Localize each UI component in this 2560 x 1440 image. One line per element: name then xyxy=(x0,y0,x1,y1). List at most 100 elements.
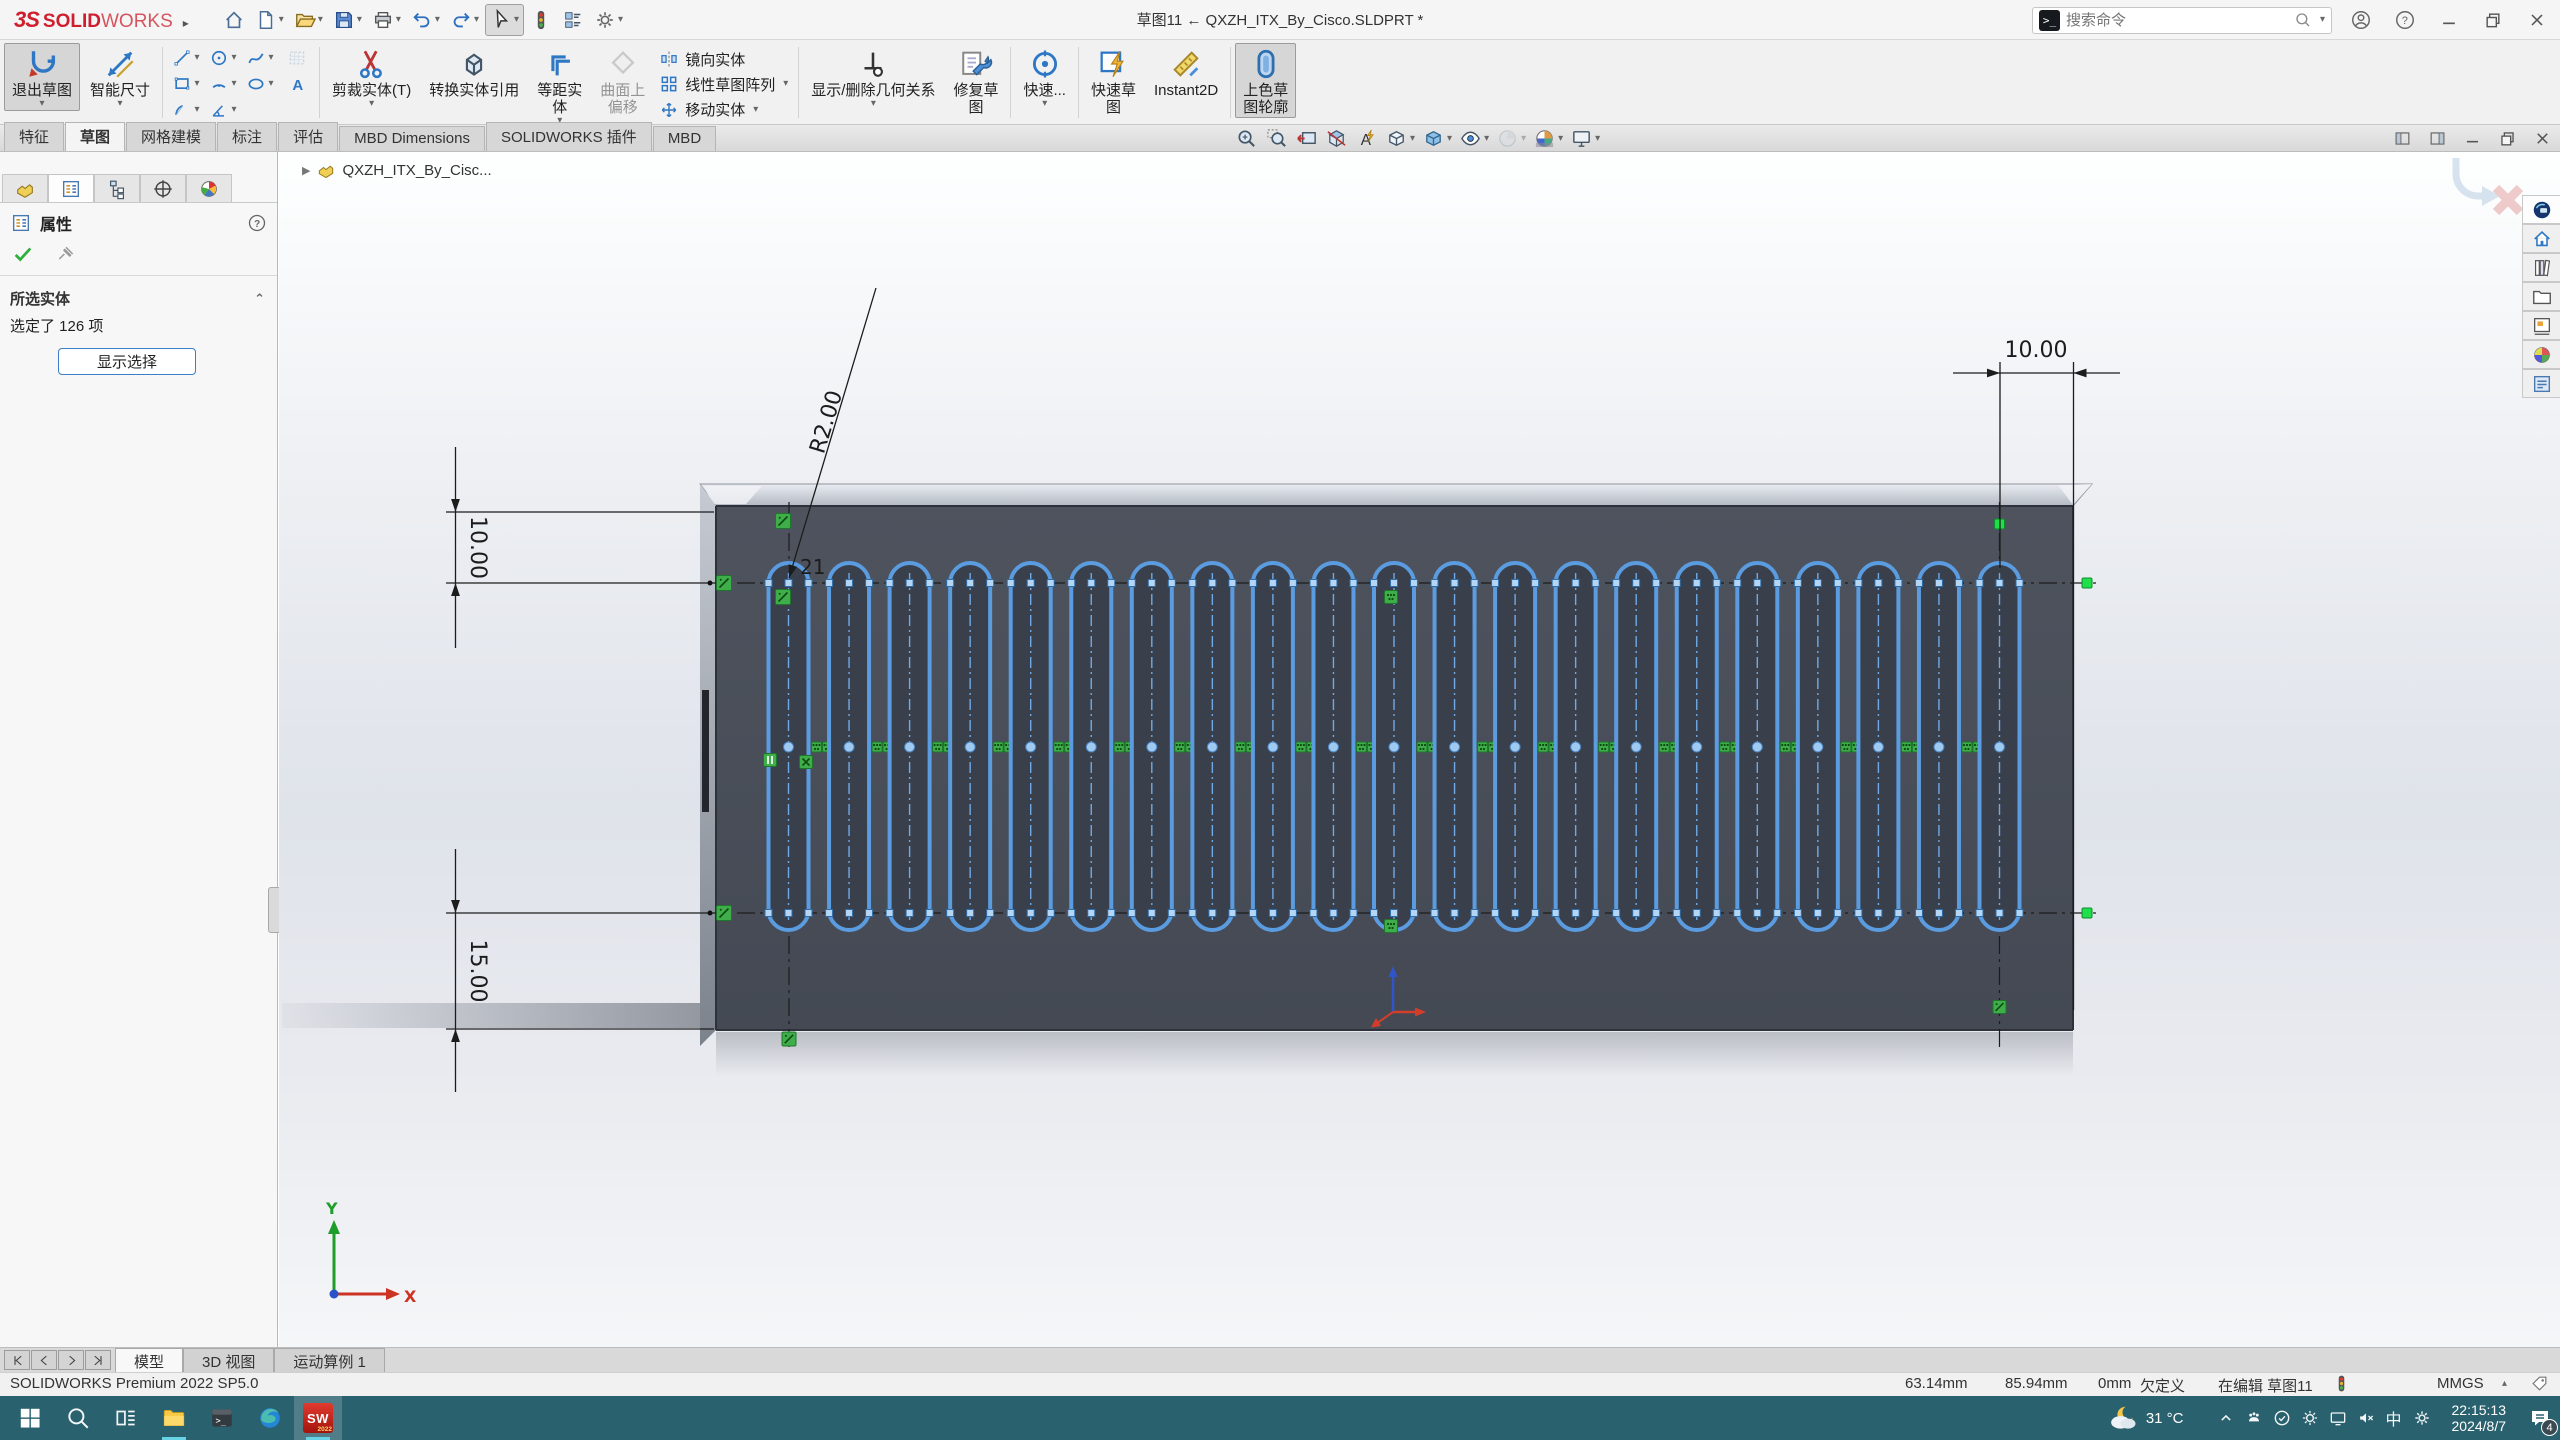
restore-button[interactable] xyxy=(2478,5,2508,35)
sketch-point-marker[interactable] xyxy=(1027,910,1034,917)
sketch-relation-icon[interactable] xyxy=(1114,742,1124,752)
cancel-sketch-icon[interactable] xyxy=(2496,188,2520,212)
sketch-point-marker[interactable] xyxy=(1431,910,1438,917)
dropdown-caret-icon[interactable]: ▾ xyxy=(232,53,237,63)
model-tab-模型[interactable]: 模型 xyxy=(115,1348,183,1372)
sketch-point-marker[interactable] xyxy=(1209,910,1216,917)
sketch-point-marker[interactable] xyxy=(1976,580,1983,587)
sketch-point-marker[interactable] xyxy=(1572,910,1579,917)
ellipse-tool-button[interactable]: ▾ xyxy=(241,71,278,97)
sketch-point-marker[interactable] xyxy=(1471,910,1478,917)
dropdown-caret-icon[interactable]: ▾ xyxy=(871,99,876,109)
sketch-point-marker[interactable] xyxy=(1411,910,1418,917)
sketch-point-marker[interactable] xyxy=(1552,580,1559,587)
sketch-point-marker[interactable] xyxy=(947,580,954,587)
units-selector[interactable]: MMGS xyxy=(2437,1375,2484,1392)
sketch-point-marker[interactable] xyxy=(1310,910,1317,917)
exit-sketch-button[interactable]: 退出草图▾ xyxy=(4,43,80,111)
sketch-point-marker[interactable] xyxy=(1350,580,1357,587)
dropdown-caret-icon[interactable]: ▾ xyxy=(369,99,374,109)
sketch-point-marker[interactable] xyxy=(1209,580,1216,587)
confirmation-corner[interactable] xyxy=(2456,158,2520,212)
arc-tool-button[interactable]: ▾ xyxy=(167,97,204,123)
sketch-point-marker[interactable] xyxy=(1148,580,1155,587)
sketch-point-marker[interactable] xyxy=(1269,910,1276,917)
tab-特征[interactable]: 特征 xyxy=(4,122,64,151)
dropdown-caret-icon[interactable]: ▾ xyxy=(357,15,362,25)
part-top-face[interactable] xyxy=(700,484,2092,506)
sketch-relation-icon[interactable] xyxy=(1054,742,1064,752)
tray-app-icon[interactable] xyxy=(2240,1396,2268,1440)
sketch-point-marker[interactable] xyxy=(1572,580,1579,587)
sketch-point-marker[interactable] xyxy=(1391,580,1398,587)
sketch-relation-icon[interactable] xyxy=(933,742,943,752)
sketch-point-marker[interactable] xyxy=(1027,580,1034,587)
zoom-to-fit-button[interactable] xyxy=(1233,127,1260,150)
ok-checkmark-icon[interactable] xyxy=(12,243,34,265)
rapid-sketch-button[interactable]: 快速草 图 xyxy=(1083,43,1144,118)
sketch-point-marker[interactable] xyxy=(1855,580,1862,587)
dropdown-caret-icon[interactable]: ▾ xyxy=(232,79,237,89)
sketch-point-marker[interactable] xyxy=(967,910,974,917)
account-icon[interactable] xyxy=(2346,5,2376,35)
dropdown-caret-icon[interactable]: ▾ xyxy=(195,53,200,63)
sketch-relation-icon[interactable] xyxy=(2082,578,2092,588)
trim-entities-button[interactable]: 剪裁实体(T)▾ xyxy=(324,43,419,111)
sketch-point-marker[interactable] xyxy=(1269,580,1276,587)
sketch-point-marker[interactable] xyxy=(1794,580,1801,587)
taskbar-search-button[interactable] xyxy=(54,1396,102,1440)
sketch-point-marker[interactable] xyxy=(1289,580,1296,587)
sketch-point-marker[interactable] xyxy=(1713,910,1720,917)
sketch-point-marker[interactable] xyxy=(926,910,933,917)
propertymanager-tab[interactable] xyxy=(48,174,94,202)
tray-security-icon[interactable] xyxy=(2268,1396,2296,1440)
dropdown-caret-icon[interactable]: ▾ xyxy=(618,15,623,25)
sketch-point-marker[interactable] xyxy=(1976,910,1983,917)
sketch-relation-icon[interactable] xyxy=(1356,742,1366,752)
dropdown-caret-icon[interactable]: ▾ xyxy=(1558,134,1563,144)
sketch-point-marker[interactable] xyxy=(1088,910,1095,917)
taskpane-file-explorer-tab[interactable] xyxy=(2522,282,2560,311)
sketch-point-marker[interactable] xyxy=(1148,910,1155,917)
selected-entities-section[interactable]: 所选实体 ⌃ xyxy=(0,276,277,313)
select-tool-button[interactable]: ▾ xyxy=(485,4,524,36)
tray-expand-button[interactable] xyxy=(2212,1396,2240,1440)
sketch-point-marker[interactable] xyxy=(987,910,994,917)
slot-midpoint[interactable] xyxy=(1268,742,1278,752)
sketch-point-marker[interactable] xyxy=(1371,580,1378,587)
slot-midpoint[interactable] xyxy=(1389,742,1399,752)
display-delete-relations-button[interactable]: 显示/删除几何关系▾ xyxy=(803,43,943,111)
slot-midpoint[interactable] xyxy=(1934,742,1944,752)
next-tab-button[interactable] xyxy=(58,1350,84,1370)
sketch-point-marker[interactable] xyxy=(1834,580,1841,587)
pin-icon[interactable] xyxy=(56,244,76,264)
shaded-sketch-contours-button[interactable]: 上色草 图轮廓 xyxy=(1235,43,1296,118)
featuremanager-tab[interactable] xyxy=(2,174,48,202)
tab-SOLIDWORKS 插件[interactable]: SOLIDWORKS 插件 xyxy=(486,122,652,151)
tray-settings-icon[interactable] xyxy=(2408,1396,2436,1440)
pattern-instance-count[interactable]: 21 xyxy=(800,555,825,579)
sketch-point-marker[interactable] xyxy=(1047,580,1054,587)
sketch-point-marker[interactable] xyxy=(1249,580,1256,587)
dropdown-caret-icon[interactable]: ▾ xyxy=(474,15,479,25)
slot-midpoint[interactable] xyxy=(1873,742,1883,752)
undo-button[interactable]: ▾ xyxy=(407,4,444,36)
section-view-button[interactable] xyxy=(1323,127,1350,150)
rectangle-tool-button[interactable]: ▾ xyxy=(167,71,204,97)
open-document-button[interactable]: ▾ xyxy=(290,4,327,36)
slot-midpoint[interactable] xyxy=(1450,742,1460,752)
sketch-point-marker[interactable] xyxy=(1935,910,1942,917)
sketch-relation-icon[interactable] xyxy=(872,742,882,752)
displaymanager-tab[interactable] xyxy=(186,174,232,202)
apply-scene-button[interactable]: ▾ xyxy=(1531,127,1565,150)
flyout-feature-tree[interactable]: ▶ QXZH_ITX_By_Cisc... xyxy=(302,160,492,180)
view-orientation-button[interactable]: ▾ xyxy=(1383,127,1417,150)
sketch-point-marker[interactable] xyxy=(967,580,974,587)
sketch-relation-icon[interactable] xyxy=(776,590,791,605)
tray-ime-indicator[interactable]: 中 xyxy=(2380,1396,2408,1440)
slot-midpoint[interactable] xyxy=(1571,742,1581,752)
sketch-point-marker[interactable] xyxy=(826,580,833,587)
sketch-point-marker[interactable] xyxy=(1330,910,1337,917)
sketch-point-marker[interactable] xyxy=(1189,910,1196,917)
sketch-point-marker[interactable] xyxy=(1754,910,1761,917)
